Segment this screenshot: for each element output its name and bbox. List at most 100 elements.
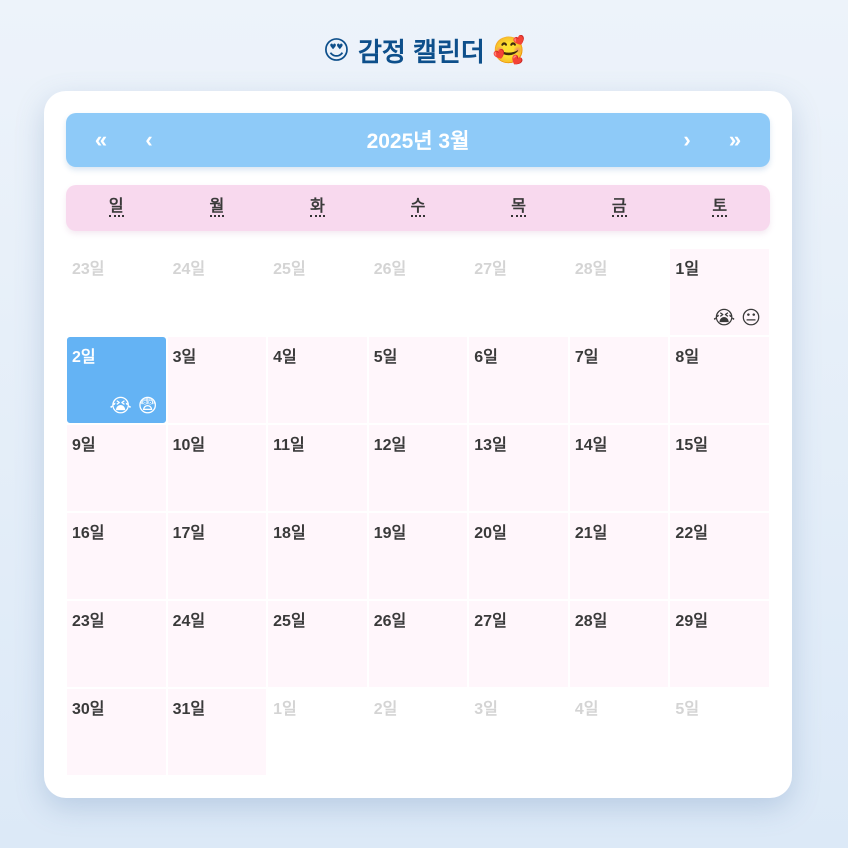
day-label: 3일 [172,349,197,366]
day-cell[interactable]: 22일 [669,512,770,600]
day-cell[interactable]: 8일 [669,336,770,424]
day-cell[interactable]: 23일 [66,600,167,688]
day-cell[interactable]: 6일 [468,336,569,424]
day-cell[interactable]: 19일 [367,512,469,600]
day-cell[interactable]: 3일 [468,688,569,776]
month-navigation: 2025년 3월 « ‹ › » [66,113,770,167]
day-label: 11일 [273,437,305,454]
day-label: 7일 [574,349,599,366]
day-cell[interactable]: 30일 [66,688,167,776]
day-label: 28일 [574,613,608,630]
calendar-card: 2025년 3월 « ‹ › » 일 월 화 수 목 금 토 23일 24일 25일… [44,91,792,798]
next-year-button[interactable]: » [720,113,750,167]
day-label: 14일 [574,437,608,454]
heart-eyes-emoji-icon: 😍 [322,35,350,66]
day-label: 23일 [72,261,105,278]
weekday-mon: 월 [209,198,225,217]
day-cell[interactable]: 26일 [367,600,469,688]
day-cell[interactable]: 9일 [66,424,167,512]
day-cell[interactable]: 5일 [367,336,469,424]
day-label: 17일 [172,525,206,542]
day-label: 21일 [574,525,608,542]
day-cell[interactable]: 15일 [669,424,770,512]
prev-month-button[interactable]: ‹ [134,113,164,167]
day-label: 24일 [172,261,206,278]
day-cell[interactable]: 5일 [669,688,770,776]
day-cell[interactable]: 23일 [66,248,167,336]
day-label: 31일 [172,701,206,718]
day-label: 25일 [273,613,306,630]
day-label: 1일 [675,261,700,278]
day-cell-selected[interactable]: 2일 😭 😨 [66,336,167,424]
emotion-emoji-icon: 😭 [109,395,132,417]
prev-year-button[interactable]: « [86,113,116,167]
weekday-header: 일 월 화 수 목 금 토 [66,185,770,231]
day-cell[interactable]: 2일 [367,688,469,776]
emotion-emoji-icon: 😐 [741,307,761,329]
day-cell[interactable]: 25일 [267,600,368,688]
day-label: 1일 [273,701,297,718]
weekday-fri: 금 [611,198,627,217]
day-label: 20일 [474,525,507,542]
day-label: 10일 [172,437,206,454]
day-label: 13일 [474,437,507,454]
smiling-hearts-emoji-icon: 🥰 [492,35,526,66]
day-label: 18일 [273,525,306,542]
day-cell[interactable]: 26일 [367,248,469,336]
day-cell[interactable]: 28일 [568,600,670,688]
day-label: 25일 [273,261,306,278]
day-cell[interactable]: 24일 [166,248,268,336]
day-label: 30일 [72,701,105,718]
day-label: 8일 [675,349,700,366]
day-cell[interactable]: 11일 [267,424,368,512]
weekday-sat: 토 [712,198,728,217]
page-title-row: 😍 감정 캘린더 🥰 [0,32,848,69]
day-label: 26일 [373,261,407,278]
day-grid: 23일 24일 25일 26일 27일 28일 1일 😭 😐 2일 😭 😨 3일 4일 5일 6일 7일 8일 9일… [66,248,770,776]
emotion-list: 😭 😨 [110,395,158,417]
day-label: 2일 [72,349,96,366]
day-cell[interactable]: 14일 [568,424,670,512]
day-cell[interactable]: 4일 [568,688,670,776]
day-label: 19일 [373,525,407,542]
next-month-button[interactable]: › [672,113,702,167]
day-cell[interactable]: 1일 [267,688,368,776]
day-cell[interactable]: 21일 [568,512,670,600]
day-cell[interactable]: 27일 [468,600,569,688]
day-cell[interactable]: 1일 😭 😐 [669,248,770,336]
day-cell[interactable]: 18일 [267,512,368,600]
day-cell[interactable]: 27일 [468,248,569,336]
day-cell[interactable]: 7일 [568,336,670,424]
day-cell[interactable]: 13일 [468,424,569,512]
day-cell[interactable]: 17일 [166,512,268,600]
day-label: 5일 [675,701,700,718]
emotion-emoji-icon: 😨 [137,395,158,417]
emotion-emoji-icon: 😭 [712,307,736,329]
day-cell[interactable]: 20일 [468,512,569,600]
day-label: 5일 [373,349,398,366]
weekday-tue: 화 [310,198,325,217]
day-cell[interactable]: 3일 [166,336,268,424]
day-cell[interactable]: 4일 [267,336,368,424]
weekday-wed: 수 [410,198,426,217]
day-label: 16일 [72,525,105,542]
day-cell[interactable]: 24일 [166,600,268,688]
day-label: 28일 [574,261,608,278]
day-label: 24일 [172,613,206,630]
day-cell[interactable]: 12일 [367,424,469,512]
day-label: 27일 [474,261,507,278]
day-label: 9일 [72,437,96,454]
day-cell[interactable]: 16일 [66,512,167,600]
day-label: 6일 [474,349,498,366]
day-cell[interactable]: 10일 [166,424,268,512]
day-cell[interactable]: 29일 [669,600,770,688]
day-label: 12일 [373,437,407,454]
weekday-thu: 목 [511,198,526,217]
day-cell[interactable]: 28일 [568,248,670,336]
day-label: 29일 [675,613,708,630]
day-cell[interactable]: 31일 [166,688,268,776]
day-label: 2일 [373,701,398,718]
emotion-list: 😭 😐 [713,307,761,329]
day-label: 4일 [574,701,599,718]
day-cell[interactable]: 25일 [267,248,368,336]
